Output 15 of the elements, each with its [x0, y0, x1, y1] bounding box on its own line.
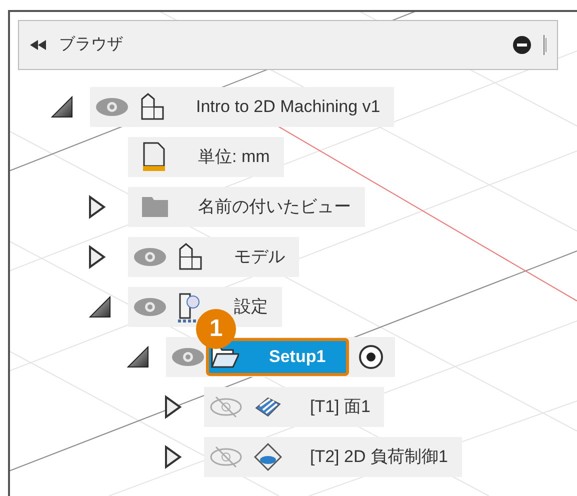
panel-title: ブラウザ — [59, 34, 123, 55]
expanded-toggle-icon[interactable] — [88, 295, 112, 319]
expanded-toggle-icon[interactable] — [126, 345, 150, 369]
minimize-icon[interactable] — [513, 36, 531, 54]
collapsed-toggle-icon[interactable] — [88, 245, 106, 269]
diamond-icon — [252, 441, 282, 473]
resize-handle-icon[interactable] — [543, 35, 547, 55]
collapsed-toggle-icon[interactable] — [164, 445, 182, 469]
collapsed-toggle-icon[interactable] — [88, 195, 106, 219]
tree-item-label[interactable]: 設定 — [234, 294, 268, 320]
active-radio-icon[interactable] — [356, 343, 385, 371]
expanded-toggle-icon[interactable] — [50, 95, 74, 119]
collapsed-toggle-icon[interactable] — [164, 395, 182, 419]
tree-item-label[interactable]: モデル — [234, 244, 285, 270]
collapse-icon[interactable] — [29, 39, 47, 51]
